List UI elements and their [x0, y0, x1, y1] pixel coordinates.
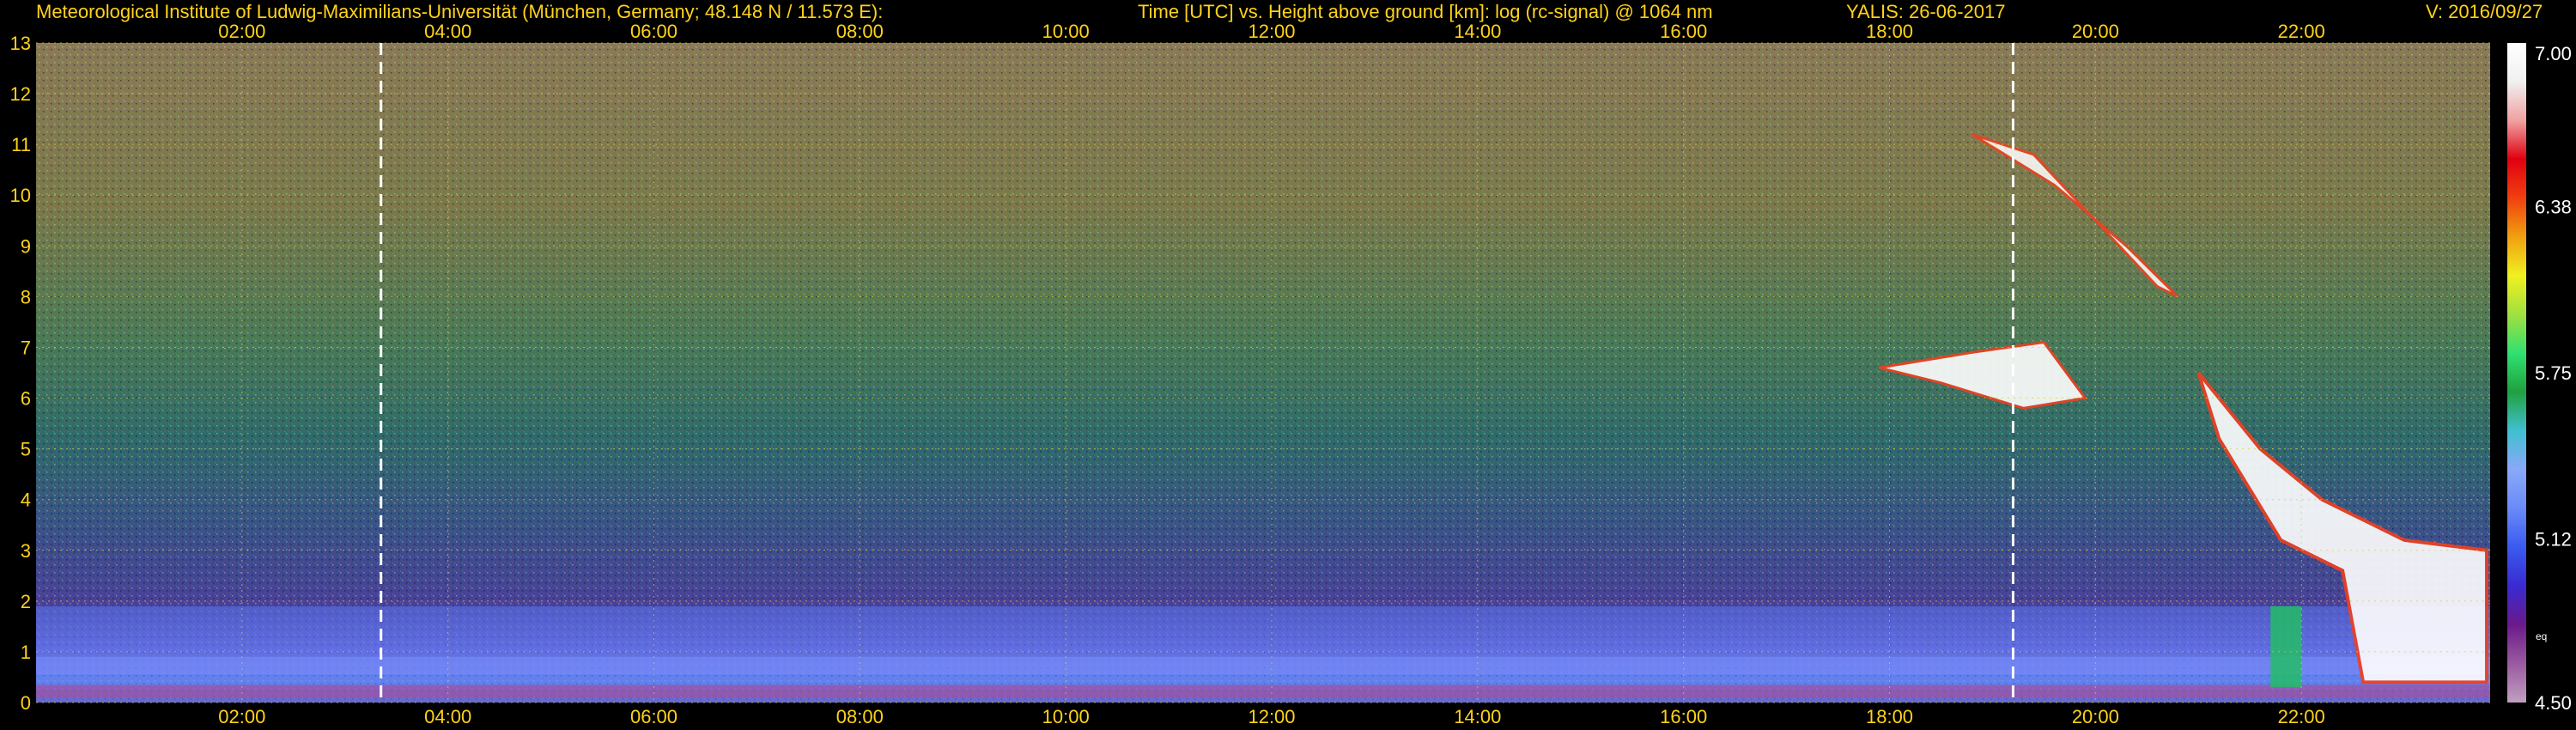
x-tick-label-bottom: 20:00	[2072, 706, 2119, 727]
x-tick-label-bottom: 18:00	[1866, 706, 1913, 727]
header-instrument: YALIS: 26-06-2017	[1846, 1, 2006, 22]
y-tick-label: 6	[21, 388, 31, 410]
x-tick-label-bottom: 08:00	[836, 706, 884, 727]
feature-boundary-layer-core	[36, 656, 2490, 675]
x-tick-label-bottom: 06:00	[630, 706, 677, 727]
y-tick-label: 7	[21, 337, 31, 358]
plot-noise	[36, 43, 2490, 703]
feature-precip-column	[2270, 605, 2302, 688]
x-tick-label-top: 12:00	[1248, 21, 1295, 42]
x-tick-label-bottom: 16:00	[1660, 706, 1707, 727]
y-tick-label: 11	[11, 134, 31, 155]
x-tick-label-top: 08:00	[836, 21, 884, 42]
x-tick-label-top: 18:00	[1866, 21, 1913, 42]
x-tick-label-bottom: 22:00	[2278, 706, 2325, 727]
x-tick-label-top: 14:00	[1454, 21, 1501, 42]
y-tick-label: 13	[10, 33, 31, 54]
x-tick-label-top: 16:00	[1660, 21, 1707, 42]
y-tick-label: 1	[21, 642, 31, 663]
x-tick-label-bottom: 10:00	[1042, 706, 1090, 727]
y-tick-label: 2	[21, 591, 31, 612]
x-tick-label-top: 22:00	[2278, 21, 2325, 42]
colorbar-strip	[2507, 43, 2526, 703]
y-tick-label: 0	[21, 692, 31, 714]
header-version: V: 2016/09/27	[2426, 1, 2543, 22]
colorbar-ticks: 7.00 6.38 5.75 5.12 4.50	[2535, 43, 2572, 714]
colorbar-tick-label: 5.75	[2535, 362, 2572, 384]
x-tick-label-bottom: 14:00	[1454, 706, 1501, 727]
header-institute: Meteorological Institute of Ludwig-Maxim…	[36, 1, 883, 22]
colorbar-tick-label: 5.12	[2535, 529, 2572, 551]
y-tick-label: 9	[21, 235, 31, 257]
x-tick-label-top: 02:00	[218, 21, 265, 42]
x-axis-bottom: 02:00 04:00 06:00 08:00 10:00 12:00 14:00 16:00…	[218, 706, 2324, 727]
lidar-chart: Meteorological Institute of Ludwig-Maxim…	[10, 1, 2572, 727]
y-tick-label: 4	[21, 490, 31, 511]
y-tick-label: 3	[21, 540, 31, 562]
plot-area	[36, 42, 2490, 703]
x-tick-label-top: 06:00	[630, 21, 677, 42]
colorbar-tick-label: 4.50	[2535, 692, 2572, 714]
x-tick-label-top: 20:00	[2072, 21, 2119, 42]
x-tick-label-bottom: 02:00	[218, 706, 265, 727]
y-tick-label: 5	[21, 439, 31, 460]
x-tick-label-bottom: 04:00	[424, 706, 471, 727]
y-tick-label: 12	[10, 83, 31, 105]
header-description: Time [UTC] vs. Height above ground [km]:…	[1138, 1, 1713, 22]
y-tick-label: 8	[21, 286, 31, 307]
x-tick-label-bottom: 12:00	[1248, 706, 1295, 727]
colorbar: 7.00 6.38 5.75 5.12 4.50 eq	[2507, 43, 2572, 714]
colorbar-tick-label: 6.38	[2535, 196, 2572, 217]
x-tick-label-top: 10:00	[1042, 21, 1090, 42]
x-tick-label-top: 04:00	[424, 21, 471, 42]
colorbar-side-label: eq	[2536, 630, 2547, 642]
colorbar-tick-label: 7.00	[2535, 43, 2572, 64]
x-axis-top: 02:00 04:00 06:00 08:00 10:00 12:00 14:00 16:00…	[218, 21, 2324, 42]
feature-surface-layer	[36, 684, 2490, 698]
y-tick-label: 10	[10, 185, 31, 206]
y-axis: 012345678910111213	[10, 33, 31, 714]
